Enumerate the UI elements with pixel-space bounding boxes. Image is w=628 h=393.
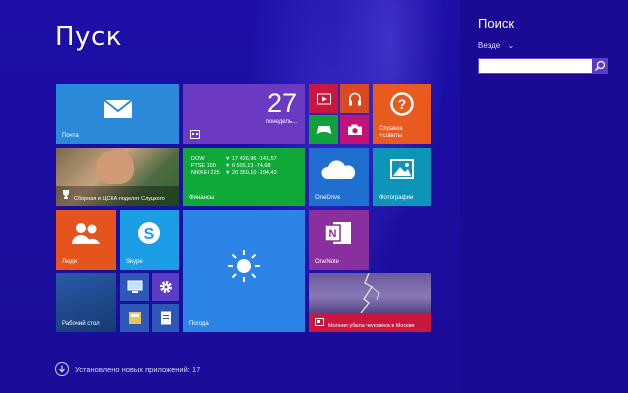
trophy-icon [63, 190, 69, 199]
new-apps-notice[interactable]: Установлено новых приложений: 17 [55, 362, 200, 376]
svg-text:N: N [329, 228, 337, 240]
tile-weather[interactable]: Погода [183, 210, 305, 332]
search-charm: Поиск Везде ⌄ [460, 0, 628, 393]
search-button[interactable] [592, 58, 608, 74]
tile-onedrive-label: OneDrive [315, 195, 341, 201]
calendar-day: 27 [266, 88, 297, 118]
tile-weather-label: Погода [189, 321, 209, 327]
sun-icon [228, 250, 260, 282]
tile-desktop-label: Рабочий стол [62, 321, 100, 327]
tile-finance[interactable]: DOW ▼ 17 426,96 -141,57 FTSE 100 ▼ 6 505,1… [183, 148, 305, 206]
computer-icon [127, 280, 142, 293]
folder-icon [128, 312, 141, 324]
search-icon [594, 60, 606, 72]
sport-photo [96, 150, 134, 184]
tile-computer[interactable] [120, 273, 149, 301]
svg-text:S: S [144, 226, 155, 243]
skype-icon: S [138, 222, 160, 244]
photo-icon [390, 159, 414, 179]
tile-onenote-label: OneNote [315, 259, 340, 265]
gear-icon [159, 281, 172, 293]
lightning-image [360, 273, 380, 313]
tile-sport-label: Сборная и ЦСКА поделят Слуцкого [74, 196, 165, 202]
search-scope-label: Везде [478, 41, 501, 50]
tile-onenote[interactable]: N OneNote [309, 210, 369, 270]
tile-calendar[interactable]: 27 понедель... [183, 84, 305, 144]
finance-rows: DOW ▼ 17 426,96 -141,57 FTSE 100 ▼ 6 505,1… [191, 156, 277, 177]
tile-people[interactable]: Люди [56, 210, 116, 270]
tile-sport[interactable]: Сборная и ЦСКА поделят Слуцкого [56, 148, 179, 206]
down-arrow-icon[interactable] [55, 362, 69, 376]
cloud-icon [321, 160, 356, 179]
help-icon: ? [390, 92, 414, 116]
calendar-weekday: понедель... [265, 119, 297, 125]
search-box[interactable] [478, 58, 608, 79]
tile-photos[interactable]: Фотографии [373, 148, 431, 206]
tile-help[interactable]: ? Справка +советы [373, 84, 431, 144]
tile-video[interactable] [309, 84, 338, 113]
camera-icon [347, 124, 362, 135]
tile-help-label: Справка +советы [379, 126, 403, 139]
headphones-icon [348, 92, 361, 105]
tile-skype[interactable]: S Skype [120, 210, 179, 270]
tile-photos-label: Фотографии [379, 195, 414, 201]
tile-games[interactable] [309, 115, 338, 144]
tile-music[interactable] [340, 84, 369, 113]
finance-row: NIKKEI 225 ▼ 20 350,10 -194,43 [191, 170, 277, 176]
video-icon [316, 93, 331, 104]
people-icon [72, 223, 100, 244]
tile-camera[interactable] [340, 115, 369, 144]
tile-news-label: Молния убила человека в Москве [328, 323, 415, 329]
search-charm-title: Поиск [478, 16, 515, 31]
onenote-icon: N [324, 222, 351, 244]
gamepad-icon [316, 125, 331, 134]
tile-mail-label: Почта [62, 133, 79, 139]
new-apps-text: Установлено новых приложений: 17 [75, 364, 201, 374]
finance-row: FTSE 100 ▼ 6 505,13 -74,68 [191, 163, 271, 169]
news-icon [315, 318, 324, 326]
tile-people-label: Люди [62, 259, 78, 265]
tile-finance-label: Финансы [189, 195, 215, 201]
tile-news[interactable]: Молния убила человека в Москве [309, 273, 431, 332]
search-input[interactable] [479, 64, 595, 79]
tile-skype-label: Skype [126, 259, 143, 265]
svg-text:?: ? [398, 96, 407, 112]
tile-settings[interactable] [152, 273, 179, 301]
mail-icon [102, 99, 133, 119]
tile-desktop[interactable]: Рабочий стол [56, 273, 116, 332]
tile-onedrive[interactable]: OneDrive [309, 148, 369, 206]
tile-explorer[interactable] [120, 304, 149, 332]
start-title: Пуск [55, 22, 122, 52]
finance-row: DOW ▼ 17 426,96 -141,57 [191, 156, 277, 162]
search-scope-dropdown[interactable]: Везде ⌄ [478, 41, 514, 50]
calendar-icon [190, 130, 200, 139]
tile-docs[interactable] [152, 304, 179, 332]
document-icon [160, 311, 171, 325]
chevron-down-icon: ⌄ [507, 41, 515, 50]
tile-mail[interactable]: Почта [56, 84, 179, 144]
